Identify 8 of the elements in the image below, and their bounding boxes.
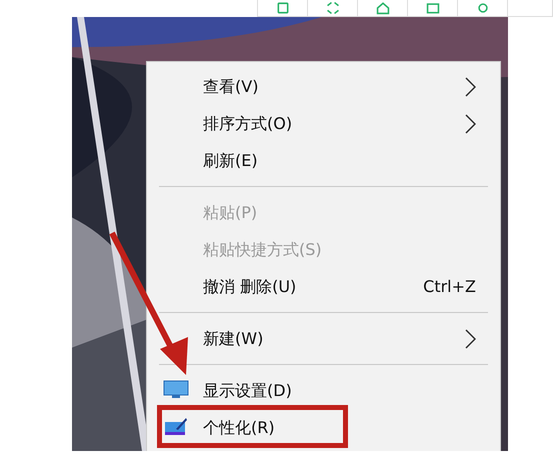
menu-item[interactable]: 撤消 删除(U) Ctrl+Z [147, 274, 500, 299]
menu-item[interactable]: 显示设置(D) [147, 378, 500, 403]
shortcut-label: Ctrl+Z [423, 276, 476, 298]
menu-item[interactable]: 新建(W) [147, 326, 500, 351]
menu-item[interactable]: 排序方式(O) [147, 111, 500, 136]
menu-item[interactable]: 刷新(E) [147, 148, 500, 173]
menu-item[interactable]: 个性化(R) [147, 415, 500, 440]
menu-item[interactable]: 查看(V) [147, 74, 500, 99]
